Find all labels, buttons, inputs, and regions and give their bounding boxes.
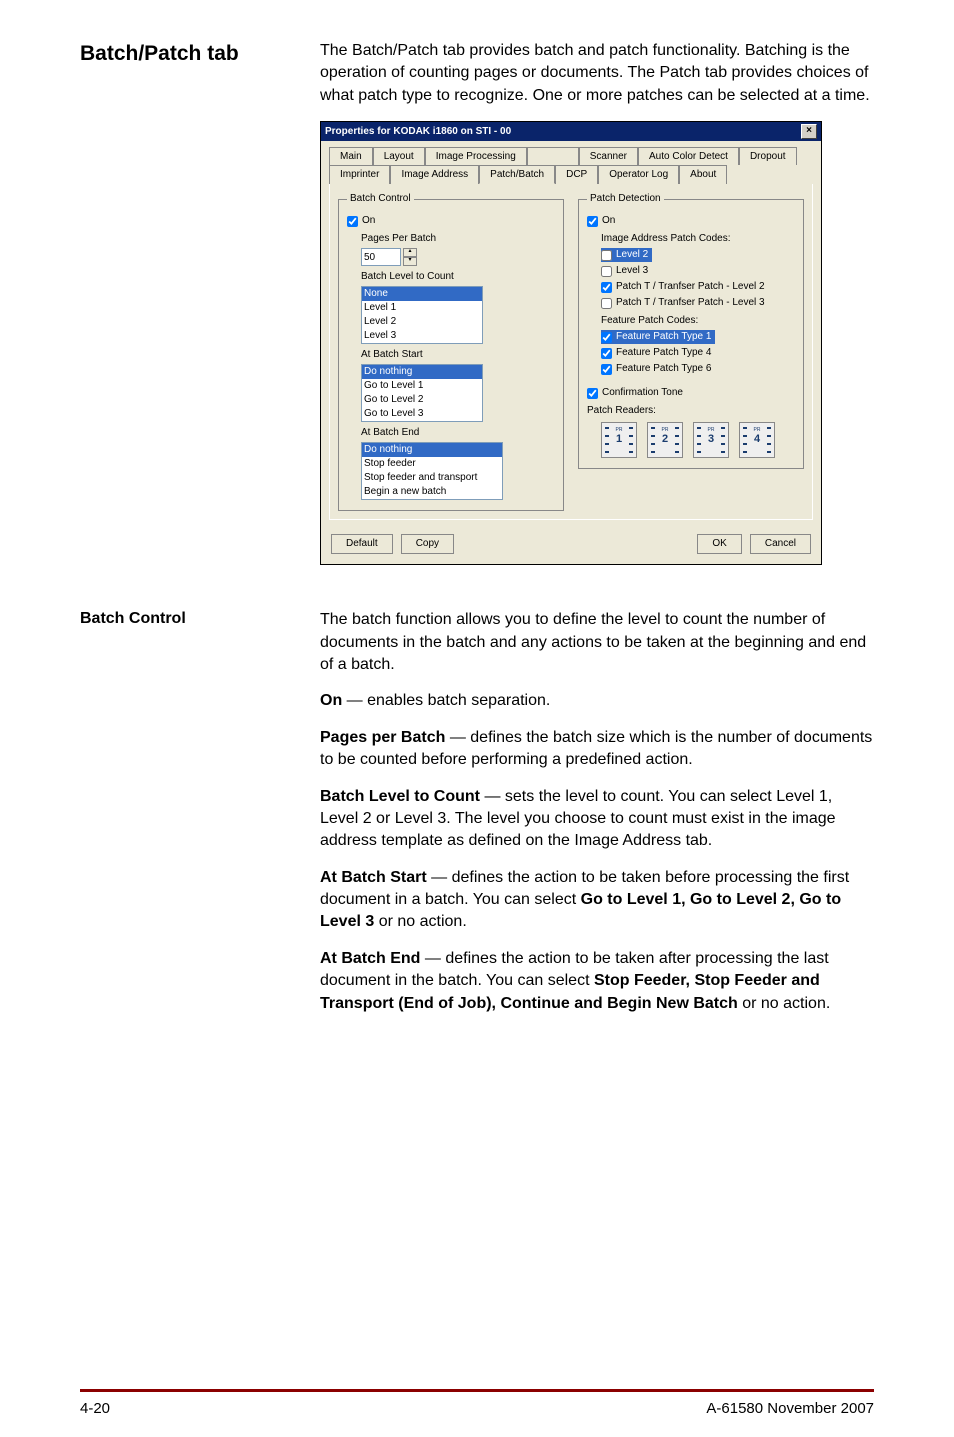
patch-detection-legend: Patch Detection <box>587 192 664 206</box>
pages-per-batch-desc: Pages per Batch — defines the batch size… <box>320 727 874 772</box>
list-item[interactable]: Stop feeder and transport <box>362 471 502 485</box>
tab-imprinter[interactable]: Imprinter <box>329 165 390 184</box>
at-batch-end-listbox[interactable]: Do nothing Stop feeder Stop feeder and t… <box>361 442 503 500</box>
tab-main[interactable]: Main <box>329 147 373 165</box>
tab-about[interactable]: About <box>679 165 727 184</box>
ok-button[interactable]: OK <box>697 534 741 554</box>
properties-dialog: Properties for KODAK i1860 on STI - 00 ×… <box>320 121 822 565</box>
batch-control-group: Batch Control On Pages Per Batch ▴▾ Batc… <box>338 192 564 511</box>
batch-control-desc: The batch function allows you to define … <box>320 609 874 676</box>
dialog-title: Properties for KODAK i1860 on STI - 00 <box>325 125 511 139</box>
batch-control-legend: Batch Control <box>347 192 414 206</box>
list-item: Level 2 <box>616 248 648 262</box>
confirmation-tone-label: Confirmation Tone <box>602 386 683 400</box>
tab-operator-log[interactable]: Operator Log <box>598 165 679 184</box>
patch-detection-group: Patch Detection On Image Address Patch C… <box>578 192 804 469</box>
list-item: Feature Patch Type 1 <box>616 330 711 344</box>
dialog-titlebar: Properties for KODAK i1860 on STI - 00 × <box>321 122 821 141</box>
pages-per-batch-input[interactable] <box>361 248 401 266</box>
list-item[interactable]: Level 2 <box>362 315 482 329</box>
list-item[interactable]: Stop feeder <box>362 457 502 471</box>
fpt6-checkbox[interactable] <box>601 364 612 375</box>
spin-up-icon[interactable]: ▴ <box>403 248 417 257</box>
footer-rule <box>80 1389 874 1392</box>
feature-patch-label: Feature Patch Codes: <box>601 314 795 328</box>
list-item: Patch T / Tranfser Patch - Level 3 <box>616 296 765 310</box>
copy-button[interactable]: Copy <box>401 534 454 554</box>
patcht-l3-checkbox[interactable] <box>601 298 612 309</box>
patch-readers-label: Patch Readers: <box>587 404 795 418</box>
at-batch-end-label: At Batch End <box>361 426 555 440</box>
patch-on-label: On <box>602 214 615 228</box>
list-item[interactable]: Level 3 <box>362 329 482 343</box>
at-batch-start-listbox[interactable]: Do nothing Go to Level 1 Go to Level 2 G… <box>361 364 483 422</box>
list-item[interactable]: Go to Level 2 <box>362 393 482 407</box>
list-item[interactable]: Do nothing <box>362 443 502 457</box>
tab-patch-batch[interactable]: Patch/Batch <box>479 165 555 184</box>
at-batch-start-label: At Batch Start <box>361 348 555 362</box>
list-item[interactable]: Begin a new batch <box>362 485 502 499</box>
batch-level-label: Batch Level to Count <box>361 270 555 284</box>
list-item: Feature Patch Type 4 <box>616 346 711 360</box>
patch-reader-2[interactable]: PR2 <box>647 422 683 458</box>
level3-checkbox[interactable] <box>601 266 612 277</box>
list-item[interactable]: Go to Level 1 <box>362 379 482 393</box>
default-button[interactable]: Default <box>331 534 393 554</box>
batch-on-checkbox[interactable] <box>347 216 358 227</box>
subsection-heading: Batch Control <box>80 609 320 630</box>
at-batch-start-desc: At Batch Start — defines the action to b… <box>320 867 874 934</box>
tab-scanner[interactable]: Scanner <box>579 147 638 165</box>
tab-dropout[interactable]: Dropout <box>739 147 797 165</box>
patch-reader-3[interactable]: PR3 <box>693 422 729 458</box>
list-item: Patch T / Tranfser Patch - Level 2 <box>616 280 765 294</box>
close-icon[interactable]: × <box>801 124 817 139</box>
section-heading: Batch/Patch tab <box>80 40 320 67</box>
on-desc: On — enables batch separation. <box>320 690 874 712</box>
tab-strip: Main Layout Image Processing Scanner Aut… <box>321 141 821 184</box>
list-item[interactable]: None <box>362 287 482 301</box>
patch-on-checkbox[interactable] <box>587 216 598 227</box>
tab-image-address[interactable]: Image Address <box>390 165 479 184</box>
tab-image-processing[interactable]: Image Processing <box>425 147 527 165</box>
tab-auto-color[interactable]: Auto Color Detect <box>638 147 739 165</box>
doc-id: A-61580 November 2007 <box>706 1400 874 1417</box>
list-item[interactable]: Go to Level 3 <box>362 407 482 421</box>
patcht-l2-checkbox[interactable] <box>601 282 612 293</box>
patch-reader-4[interactable]: PR4 <box>739 422 775 458</box>
cancel-button[interactable]: Cancel <box>750 534 811 554</box>
level2-checkbox[interactable] <box>601 250 612 261</box>
patch-reader-1[interactable]: PR1 <box>601 422 637 458</box>
intro-paragraph: The Batch/Patch tab provides batch and p… <box>320 40 874 107</box>
fpt1-checkbox[interactable] <box>601 332 612 343</box>
list-item[interactable]: Level 1 <box>362 301 482 315</box>
page-number: 4-20 <box>80 1400 110 1417</box>
spin-down-icon[interactable]: ▾ <box>403 257 417 266</box>
tab-dcp[interactable]: DCP <box>555 165 598 184</box>
list-item[interactable]: Do nothing <box>362 365 482 379</box>
tab-spacer <box>527 147 579 165</box>
list-item: Level 3 <box>616 264 648 278</box>
at-batch-end-desc: At Batch End — defines the action to be … <box>320 948 874 1015</box>
pages-per-batch-label: Pages Per Batch <box>361 232 555 246</box>
list-item: Feature Patch Type 6 <box>616 362 711 376</box>
confirmation-tone-checkbox[interactable] <box>587 388 598 399</box>
image-address-patch-label: Image Address Patch Codes: <box>601 232 795 246</box>
fpt4-checkbox[interactable] <box>601 348 612 359</box>
batch-level-desc: Batch Level to Count — sets the level to… <box>320 786 874 853</box>
batch-level-listbox[interactable]: None Level 1 Level 2 Level 3 <box>361 286 483 344</box>
batch-on-label: On <box>362 214 375 228</box>
tab-layout[interactable]: Layout <box>373 147 425 165</box>
